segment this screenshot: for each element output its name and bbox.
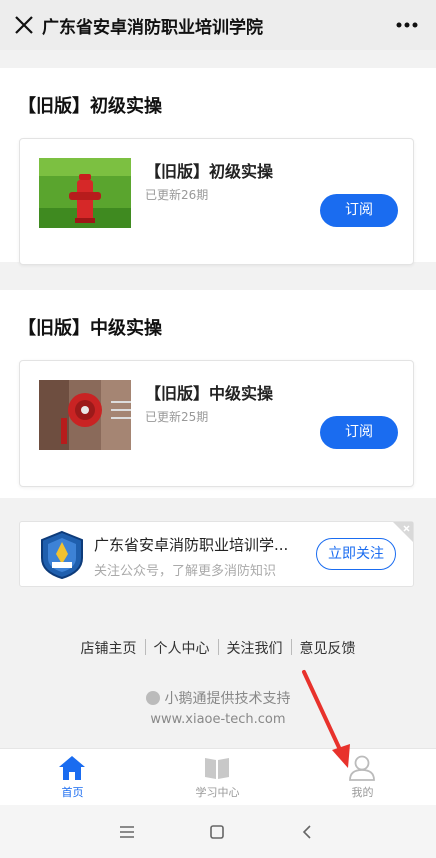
personal-center-link[interactable]: 个人中心 <box>154 641 210 657</box>
subscribe-button[interactable]: 订阅 <box>320 194 398 227</box>
subscribe-button[interactable]: 订阅 <box>320 416 398 449</box>
xiaoe-logo-icon <box>145 691 160 705</box>
divider <box>217 639 219 655</box>
footer-links: 店铺主页 个人中心 关注我们 意见反馈 <box>0 638 436 658</box>
course-card[interactable]: 【旧版】初级实操 已更新26期 订阅 <box>19 138 414 265</box>
powered-by: 小鹅通提供技术支持 <box>0 688 436 708</box>
back-icon[interactable] <box>298 823 316 841</box>
menu-icon[interactable] <box>118 823 136 841</box>
store-home-link[interactable]: 店铺主页 <box>81 641 137 657</box>
user-icon <box>349 755 375 781</box>
tab-home[interactable]: 首页 <box>0 749 145 806</box>
tab-label: 我的 <box>351 786 374 799</box>
tab-label: 首页 <box>61 786 84 799</box>
tab-study-center[interactable]: 学习中心 <box>145 749 290 806</box>
academy-logo <box>41 530 83 580</box>
section-title: 【旧版】中级实操 <box>18 318 162 339</box>
content-area[interactable]: 【旧版】初级实操 【旧版】初级实操 已更新26期 订阅 【旧版】中级实操 【旧版… <box>0 50 436 748</box>
feedback-link[interactable]: 意见反馈 <box>300 641 356 657</box>
course-card[interactable]: 【旧版】中级实操 已更新25期 订阅 <box>19 360 414 487</box>
update-count: 已更新26期 <box>145 188 209 202</box>
bottom-tab-bar: 首页 学习中心 我的 <box>0 748 436 805</box>
follow-account-banner[interactable]: 广东省安卓消防职业培训学... 关注公众号，了解更多消防知识 立即关注 <box>19 521 414 587</box>
account-description: 关注公众号，了解更多消防知识 <box>94 564 277 579</box>
fire-hose-thumbnail <box>39 380 131 450</box>
section-title: 【旧版】初级实操 <box>18 96 162 117</box>
powered-text: 小鹅通提供技术支持 <box>164 691 291 707</box>
divider <box>290 639 292 655</box>
account-name: 广东省安卓消防职业培训学... <box>94 536 289 554</box>
home-icon <box>59 756 85 780</box>
course-section: 【旧版】中级实操 【旧版】中级实操 已更新25期 订阅 <box>0 290 436 498</box>
course-title: 【旧版】中级实操 <box>145 384 274 403</box>
update-count: 已更新25期 <box>145 410 209 424</box>
divider <box>144 639 146 655</box>
course-title: 【旧版】初级实操 <box>145 162 274 181</box>
hydrant-thumbnail <box>39 158 131 228</box>
book-icon <box>205 758 229 779</box>
site-url: www.xiaoe-tech.com <box>150 712 286 727</box>
close-icon[interactable] <box>12 13 36 37</box>
follow-button[interactable]: 立即关注 <box>316 538 396 570</box>
page-title: 广东省安卓消防职业培训学院 <box>42 18 263 38</box>
follow-us-link[interactable]: 关注我们 <box>227 641 283 657</box>
dismiss-icon[interactable] <box>393 522 413 542</box>
tab-label: 学习中心 <box>195 786 240 799</box>
home-button-icon[interactable] <box>208 823 226 841</box>
more-icon[interactable] <box>396 22 418 28</box>
top-bar: 广东省安卓消防职业培训学院 <box>0 0 436 50</box>
system-nav-bar <box>0 805 436 858</box>
course-section: 【旧版】初级实操 【旧版】初级实操 已更新26期 订阅 <box>0 68 436 265</box>
tab-mine[interactable]: 我的 <box>290 749 435 806</box>
